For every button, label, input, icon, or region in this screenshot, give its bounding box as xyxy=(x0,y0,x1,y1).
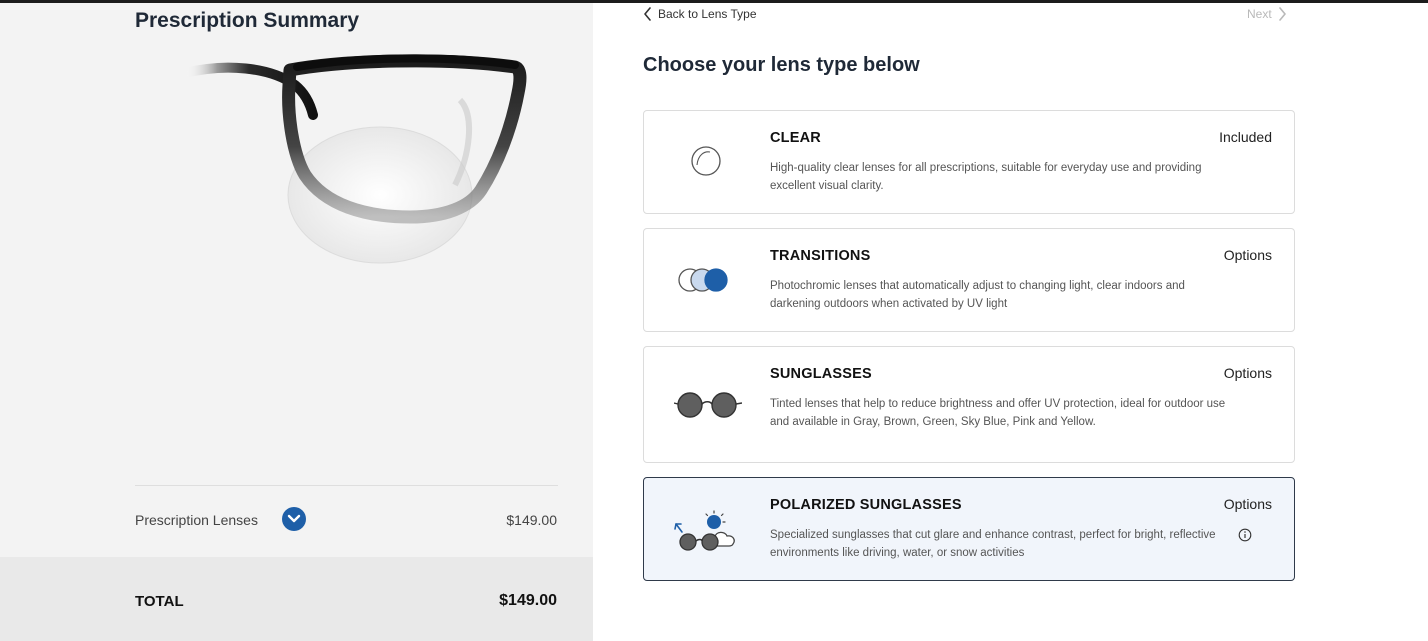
option-tag: Options xyxy=(1223,365,1272,381)
option-title: TRANSITIONS xyxy=(770,248,871,264)
next-label: Next xyxy=(1247,7,1272,21)
lens-option-transitions[interactable]: TRANSITIONS Options Photochromic lenses … xyxy=(643,228,1295,332)
option-tag: Included xyxy=(1219,129,1272,145)
option-description: Photochromic lenses that automatically a… xyxy=(770,280,1185,310)
option-title: POLARIZED SUNGLASSES xyxy=(770,497,962,513)
option-title: SUNGLASSES xyxy=(770,366,872,382)
polarized-lens-icon xyxy=(674,510,735,551)
prescription-summary-panel: Prescription Summary Prescription Lenses… xyxy=(0,3,593,641)
option-description: Tinted lenses that help to reduce bright… xyxy=(770,398,1226,428)
eyeglasses-image xyxy=(185,54,527,264)
chevron-down-icon xyxy=(287,514,301,523)
back-link-label: Back to Lens Type xyxy=(658,7,757,21)
back-to-lens-type-link[interactable]: Back to Lens Type xyxy=(643,7,757,21)
next-button[interactable]: Next xyxy=(1247,7,1287,21)
clear-lens-icon xyxy=(691,146,721,176)
lens-type-heading: Choose your lens type below xyxy=(643,54,920,76)
prescription-lenses-label: Prescription Lenses xyxy=(135,512,258,528)
info-icon[interactable] xyxy=(1238,528,1252,542)
summary-divider xyxy=(135,485,558,486)
lens-option-polarized-sunglasses[interactable]: POLARIZED SUNGLASSES Options Specialized… xyxy=(643,477,1295,581)
summary-title: Prescription Summary xyxy=(135,9,360,32)
option-tag: Options xyxy=(1223,496,1272,512)
sunglasses-lens-icon xyxy=(674,392,742,418)
option-description: Specialized sunglasses that cut glare an… xyxy=(770,529,1216,559)
prescription-lenses-price: $149.00 xyxy=(506,512,557,528)
lens-option-sunglasses[interactable]: SUNGLASSES Options Tinted lenses that he… xyxy=(643,346,1295,463)
total-label: TOTAL xyxy=(135,593,184,610)
lens-option-clear[interactable]: CLEAR Included High-quality clear lenses… xyxy=(643,110,1295,214)
option-description: High-quality clear lenses for all prescr… xyxy=(770,162,1202,192)
chevron-left-icon xyxy=(644,7,651,21)
total-value: $149.00 xyxy=(499,592,557,609)
expand-lenses-button[interactable] xyxy=(282,507,306,531)
option-tag: Options xyxy=(1223,247,1272,263)
transitions-lens-icon xyxy=(678,268,728,292)
total-row: TOTAL $149.00 xyxy=(0,557,593,641)
chevron-right-icon xyxy=(1278,7,1286,21)
option-title: CLEAR xyxy=(770,130,821,146)
